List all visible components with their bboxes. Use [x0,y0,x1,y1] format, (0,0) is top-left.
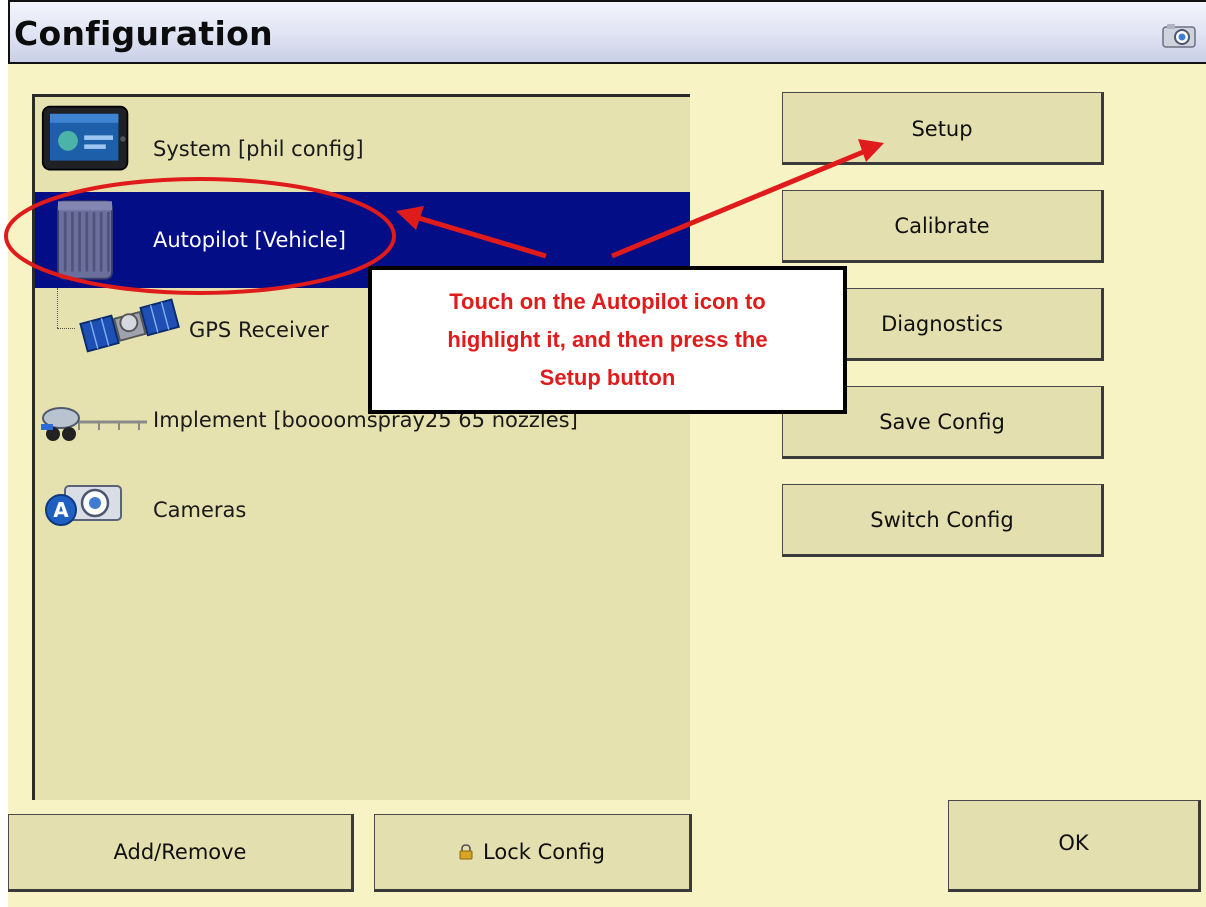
tree-item-cameras[interactable]: A Cameras [35,468,690,558]
configuration-screen: Configuration System [phil config] Autop… [8,0,1206,907]
callout-line-3: Setup button [539,365,676,390]
display-terminal-icon [41,105,129,171]
calibrate-button[interactable]: Calibrate [782,190,1104,263]
tree-item-system[interactable]: System [phil config] [35,97,690,192]
lock-config-label: Lock Config [483,840,605,864]
setup-button[interactable]: Setup [782,92,1104,165]
callout-line-1: Touch on the Autopilot icon to [449,289,766,314]
lock-config-button[interactable]: Lock Config [374,814,692,892]
sprayer-implement-icon [41,407,147,441]
tree-item-label: GPS Receiver [189,318,329,342]
tree-item-label: Cameras [153,498,247,522]
add-remove-button[interactable]: Add/Remove [8,814,354,892]
ok-button[interactable]: OK [948,800,1201,892]
title-bar: Configuration [8,0,1206,64]
camera-icon: A [45,485,122,526]
svg-text:A: A [53,498,69,522]
camera-icon[interactable] [1162,22,1196,48]
callout-line-2: highlight it, and then press the [447,327,768,352]
tree-item-label: System [phil config] [153,137,364,161]
instruction-callout: Touch on the Autopilot icon to highlight… [368,266,847,414]
satellite-icon [79,298,180,353]
switch-config-button[interactable]: Switch Config [782,484,1104,557]
tree-item-label: Autopilot [Vehicle] [153,228,346,252]
config-tree-panel[interactable]: System [phil config] Autopilot [Vehicle] [32,94,690,800]
lock-icon [459,844,473,860]
autopilot-controller-icon [57,200,113,280]
page-title: Configuration [14,14,273,53]
